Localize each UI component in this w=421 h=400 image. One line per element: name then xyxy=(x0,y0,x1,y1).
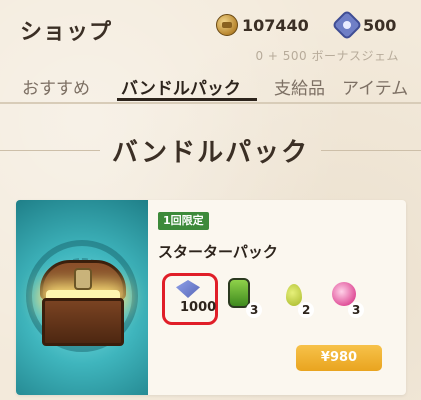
bonus-gems-text: 0 + 500 ボーナスジェム xyxy=(255,49,399,63)
page-title: ショップ xyxy=(20,20,113,45)
seed-icon xyxy=(286,284,302,306)
gem-amount: 500 xyxy=(363,15,397,35)
coin-amount: 107440 xyxy=(242,15,309,35)
gem-icon xyxy=(176,280,200,298)
item-count: 3 xyxy=(348,302,365,318)
pack-item-seed[interactable]: 2 xyxy=(276,276,322,320)
gem-balance[interactable]: 500 xyxy=(331,9,397,41)
pack-item-orb[interactable]: 3 xyxy=(326,276,372,320)
treasure-chest-icon xyxy=(40,260,126,350)
active-tab-indicator xyxy=(117,98,257,101)
buy-button[interactable]: ¥980 xyxy=(296,345,382,371)
shop-tabs: おすすめ バンドルパック 支給品 アイテム xyxy=(0,68,421,104)
section-divider-right xyxy=(321,150,421,151)
potion-icon xyxy=(228,278,250,308)
tab-recommended[interactable]: おすすめ xyxy=(22,74,90,99)
shop-header: ショップ 107440 500 0 + 500 ボーナスジェム xyxy=(0,0,421,70)
coin-icon xyxy=(216,14,238,36)
gem-icon xyxy=(331,9,363,41)
item-count: 1000 xyxy=(180,300,217,315)
pack-item-potion[interactable]: 3 xyxy=(224,276,270,320)
pack-item-gems[interactable]: 1000 xyxy=(168,276,216,320)
item-count: 2 xyxy=(298,302,315,318)
pack-name: スターターパック xyxy=(158,243,278,261)
coin-balance: 107440 xyxy=(216,14,309,36)
limited-badge: 1回限定 xyxy=(158,212,209,230)
item-count: 3 xyxy=(246,302,263,318)
tab-items[interactable]: アイテム xyxy=(342,74,408,99)
tab-bundle-pack[interactable]: バンドルパック xyxy=(121,74,241,99)
tab-supplies[interactable]: 支給品 xyxy=(274,74,325,99)
pack-image xyxy=(16,200,148,395)
